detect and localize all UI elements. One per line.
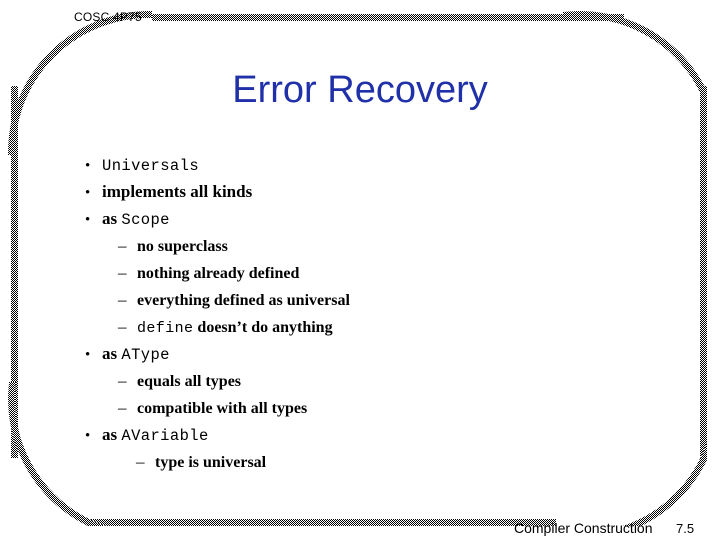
page-title: Error Recovery — [232, 69, 488, 111]
outline-item: – type is universal — [74, 452, 674, 472]
outline-item: – no superclass — [74, 236, 674, 256]
outline-item: – nothing already defined — [74, 263, 674, 283]
dash-icon: – — [118, 371, 127, 390]
text-span: as — [102, 344, 122, 363]
bullet-icon: • — [85, 185, 91, 201]
code-span: AType — [121, 346, 170, 364]
dash-icon: – — [118, 317, 127, 336]
bullet-icon: • — [85, 212, 91, 228]
outline-item: • as AType — [74, 344, 674, 364]
outline-item: • as Scope — [74, 209, 674, 229]
bullet-icon: • — [85, 347, 91, 363]
text-span: as — [102, 209, 122, 228]
outline-list: • Universals • implements all kinds • as Scop… — [74, 155, 674, 479]
outline-item: – equals all types — [74, 371, 674, 391]
bullet-icon: • — [85, 428, 91, 444]
outline-item-label: as AType — [102, 344, 170, 364]
frame-border-top — [152, 14, 624, 21]
outline-item: – compatible with all types — [74, 398, 674, 418]
outline-item: • implements all kinds — [74, 182, 674, 202]
outline-item-label: no superclass — [137, 238, 228, 256]
text-span: implements all kinds — [102, 182, 253, 201]
frame-border-bottom — [86, 519, 556, 526]
bullet-icon: • — [85, 158, 91, 174]
code-span: define — [137, 320, 194, 337]
dash-icon: – — [118, 398, 127, 417]
dash-icon: – — [136, 452, 145, 471]
frame-border-left — [11, 86, 18, 458]
outline-item-label: type is universal — [155, 454, 266, 472]
outline-item-label: implements all kinds — [102, 182, 252, 202]
page-number: 7.5 — [676, 521, 695, 536]
text-span: doesn’t do anything — [193, 319, 333, 336]
outline-item-label: as AVariable — [102, 425, 209, 445]
text-span: nothing already defined — [137, 265, 300, 282]
outline-item-label: compatible with all types — [137, 400, 307, 418]
outline-item-label: as Scope — [102, 209, 170, 229]
code-span: Universals — [102, 157, 200, 175]
footer-label: Compiler Construction — [514, 520, 653, 536]
code-span: Scope — [121, 211, 170, 229]
course-label: COSC 4P75 — [74, 10, 142, 24]
code-span: AVariable — [121, 427, 209, 445]
frame-border-right — [700, 86, 707, 458]
text-span: everything defined as universal — [137, 292, 350, 309]
text-span: equals all types — [137, 373, 242, 390]
dash-icon: – — [118, 236, 127, 255]
outline-item-label: equals all types — [137, 373, 241, 391]
outline-item-label: Universals — [102, 155, 199, 175]
text-span: no superclass — [137, 238, 228, 255]
outline-item: • as AVariable — [74, 425, 674, 445]
outline-item-label: nothing already defined — [137, 265, 299, 283]
dash-icon: – — [118, 263, 127, 282]
outline-item: – define doesn’t do anything — [74, 317, 674, 337]
outline-item-label: everything defined as universal — [137, 292, 350, 310]
text-span: type is universal — [155, 454, 267, 471]
outline-item-label: define doesn’t do anything — [137, 319, 333, 337]
text-span: compatible with all types — [137, 400, 308, 417]
text-span: as — [102, 425, 122, 444]
dash-icon: – — [118, 290, 127, 309]
slide: COSC 4P75 Error Recovery • Universals • imp… — [0, 0, 719, 539]
outline-item: – everything defined as universal — [74, 290, 674, 310]
outline-item: • Universals — [74, 155, 674, 175]
